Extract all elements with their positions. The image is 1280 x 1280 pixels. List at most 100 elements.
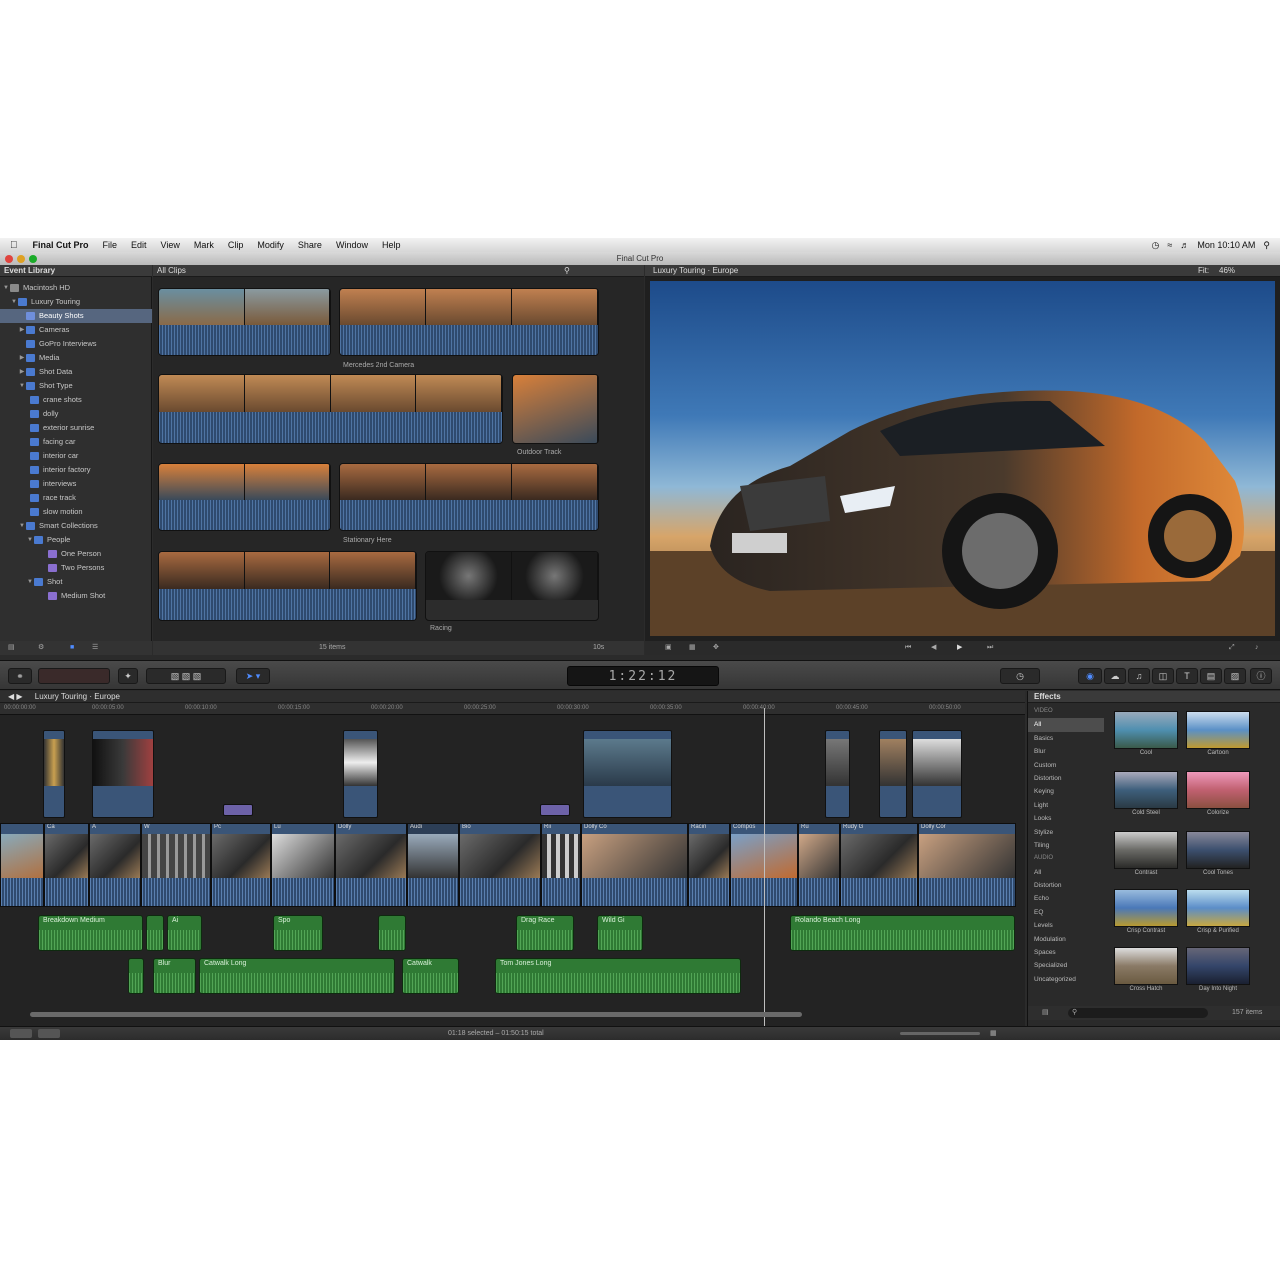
effects-category[interactable]: Echo: [1028, 892, 1104, 905]
select-tool-button[interactable]: ➤ ▾: [236, 668, 270, 684]
generators-button[interactable]: ▤: [1200, 668, 1222, 684]
connected-clip[interactable]: [92, 730, 154, 818]
timeline-scrollbar[interactable]: [30, 1012, 802, 1017]
enhance-button[interactable]: ✦: [118, 668, 138, 684]
rewind-icon[interactable]: ◀: [931, 641, 936, 655]
next-edit-icon[interactable]: ⏭: [987, 641, 993, 655]
connected-clip[interactable]: [825, 730, 850, 818]
browser-clip[interactable]: [339, 463, 599, 531]
menu-mark[interactable]: Mark: [187, 240, 221, 250]
minimize-icon[interactable]: [17, 255, 25, 263]
effects-category[interactable]: Distortion: [1028, 772, 1104, 785]
zoom-value[interactable]: 10s: [593, 641, 604, 655]
browser-clip[interactable]: [512, 374, 599, 444]
import-media-button[interactable]: ⚭: [8, 668, 32, 684]
background-tasks-button[interactable]: ◷: [1000, 668, 1040, 684]
disclosure-down-icon[interactable]: ▼: [18, 379, 26, 393]
zoom-icon[interactable]: [29, 255, 37, 263]
menu-window[interactable]: Window: [329, 240, 375, 250]
effects-category[interactable]: All: [1028, 866, 1104, 879]
storyline-clip[interactable]: Dolly Cor: [918, 823, 1016, 907]
storyline-clip[interactable]: A: [89, 823, 141, 907]
storyline-clip[interactable]: [0, 823, 44, 907]
disclosure-right-icon[interactable]: ▶: [18, 365, 26, 379]
tree-item-luxury-touring[interactable]: ▼ Luxury Touring: [0, 295, 152, 309]
storyline-clip[interactable]: Pc: [211, 823, 271, 907]
audio-clip[interactable]: [146, 915, 164, 951]
audio-clip[interactable]: Breakdown Medium: [38, 915, 143, 951]
tree-item-cameras[interactable]: ▶ Cameras: [0, 323, 152, 337]
storyline-clip[interactable]: Rudy G: [840, 823, 918, 907]
tree-item-beauty-shots[interactable]: Beauty Shots: [0, 309, 152, 323]
edit-buttons[interactable]: ▧ ▧ ▧: [146, 668, 226, 684]
disclosure-down-icon[interactable]: ▼: [26, 533, 34, 547]
effect-thumbnail[interactable]: Cross Hatch: [1114, 947, 1178, 992]
photos-browser-button[interactable]: ☁: [1104, 668, 1126, 684]
storyline-clip[interactable]: Racin: [688, 823, 730, 907]
menu-help[interactable]: Help: [375, 240, 408, 250]
effect-thumbnail[interactable]: Crisp & Purified: [1186, 889, 1250, 934]
disclosure-right-icon[interactable]: ▶: [18, 323, 26, 337]
disclosure-down-icon[interactable]: ▼: [10, 295, 18, 309]
storyline-clip[interactable]: W: [141, 823, 211, 907]
effects-category[interactable]: Custom: [1028, 759, 1104, 772]
library-toggle-icon[interactable]: ▤: [8, 641, 15, 655]
effect-thumbnail[interactable]: Cool: [1114, 711, 1178, 756]
title-clip[interactable]: [540, 804, 570, 816]
clip-filter-menu[interactable]: All Clips: [157, 266, 186, 275]
effects-category[interactable]: Specialized: [1028, 959, 1104, 972]
dashboard-timecode[interactable]: 1:22:12: [567, 666, 719, 686]
connected-clip[interactable]: [879, 730, 907, 818]
menu-clock[interactable]: Mon 10:10 AM: [1197, 240, 1255, 250]
themes-button[interactable]: ▨: [1224, 668, 1246, 684]
tree-item-people[interactable]: ▼ People: [0, 533, 152, 547]
storyline-clip[interactable]: Lu: [271, 823, 335, 907]
audio-meter-icon[interactable]: ♪: [1255, 641, 1259, 655]
viewer-zoom-menu[interactable]: 46%: [1219, 265, 1235, 277]
timemachine-icon[interactable]: ◷: [1152, 240, 1160, 251]
tree-item-shot[interactable]: ▼ Shot: [0, 575, 152, 589]
audio-clip[interactable]: [378, 915, 406, 951]
tree-item-medium-shot[interactable]: Medium Shot: [0, 589, 152, 603]
effects-category[interactable]: Basics: [1028, 732, 1104, 745]
tree-item-media[interactable]: ▶ Media: [0, 351, 152, 365]
menu-share[interactable]: Share: [291, 240, 329, 250]
disclosure-right-icon[interactable]: ▶: [18, 351, 26, 365]
tree-item-shot-data[interactable]: ▶ Shot Data: [0, 365, 152, 379]
menu-modify[interactable]: Modify: [250, 240, 291, 250]
browser-clip[interactable]: [158, 551, 417, 621]
storyline-clip[interactable]: Dolly: [335, 823, 407, 907]
search-icon[interactable]: ⚲: [564, 265, 570, 277]
tree-item-macintosh-hd[interactable]: ▼ Macintosh HD: [0, 281, 152, 295]
keyword-buttons[interactable]: [38, 668, 110, 684]
browser-clip[interactable]: [425, 551, 599, 621]
effect-thumbnail[interactable]: Crisp Contrast: [1114, 889, 1178, 934]
apple-icon[interactable]: : [0, 240, 26, 251]
effects-category[interactable]: Levels: [1028, 919, 1104, 932]
tree-item-two-persons[interactable]: Two Persons: [0, 561, 152, 575]
effects-category[interactable]: Looks: [1028, 812, 1104, 825]
zoom-slider[interactable]: [900, 1032, 980, 1035]
menu-app-name[interactable]: Final Cut Pro: [26, 240, 96, 250]
effect-thumbnail[interactable]: Cold Steel: [1114, 771, 1178, 816]
effects-category[interactable]: Modulation: [1028, 933, 1104, 946]
timeline-index-button[interactable]: [38, 1029, 60, 1038]
browser-clip[interactable]: [158, 374, 503, 444]
titles-button[interactable]: T: [1176, 668, 1198, 684]
disclosure-down-icon[interactable]: ▼: [18, 519, 26, 533]
audio-clip[interactable]: [128, 958, 144, 994]
effects-category[interactable]: Distortion: [1028, 879, 1104, 892]
tree-item-slow-motion[interactable]: slow motion: [0, 505, 152, 519]
tree-item-gopro-interviews[interactable]: GoPro Interviews: [0, 337, 152, 351]
menu-edit[interactable]: Edit: [124, 240, 154, 250]
storyline-clip[interactable]: Audi: [407, 823, 459, 907]
effects-category[interactable]: Keying: [1028, 785, 1104, 798]
audio-clip[interactable]: Wild Gi: [597, 915, 643, 951]
tree-item-interior-factory[interactable]: interior factory: [0, 463, 152, 477]
audio-clip[interactable]: Drag Race: [516, 915, 574, 951]
transform-icon[interactable]: ▦: [689, 641, 696, 655]
storyline-clip[interactable]: Ru: [798, 823, 840, 907]
tree-item-interior-car[interactable]: interior car: [0, 449, 152, 463]
storyline-clip[interactable]: Rii: [541, 823, 581, 907]
effect-thumbnail[interactable]: Day Into Night: [1186, 947, 1250, 992]
